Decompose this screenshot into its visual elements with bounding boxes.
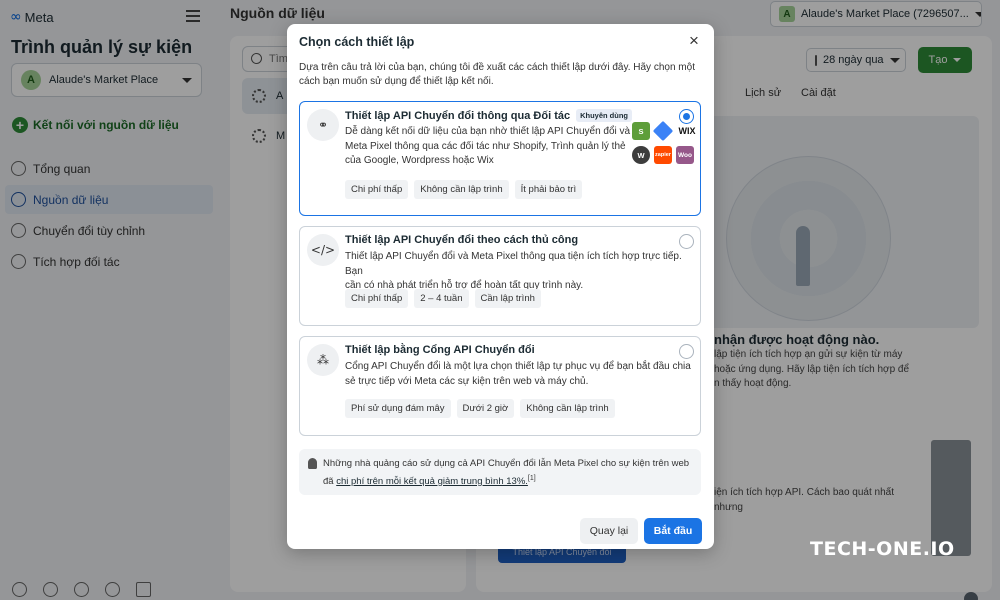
handshake-icon: ⚭ bbox=[307, 109, 339, 141]
option-description: Cổng API Chuyển đổi là một lựa chọn thiế… bbox=[345, 360, 691, 389]
close-icon[interactable]: × bbox=[685, 32, 703, 50]
tip-box: Những nhà quảng cáo sử dụng cả API Chuyể… bbox=[299, 449, 701, 495]
chip: Không cần lập trình bbox=[414, 180, 509, 199]
option-chips: Chi phí thấp 2 – 4 tuần Cần lập trình bbox=[345, 289, 541, 308]
option-title: Thiết lập bằng Cổng API Chuyển đổi bbox=[345, 344, 535, 356]
dialog-intro: Dựa trên câu trả lời của bạn, chúng tôi … bbox=[299, 62, 695, 87]
chip: 2 – 4 tuần bbox=[414, 289, 469, 308]
tip-link[interactable]: chi phí trên mỗi kết quả giảm trung bình… bbox=[336, 476, 528, 487]
watermark: TECH-ONE.IO bbox=[810, 538, 955, 560]
wix-logo: WIX bbox=[678, 126, 696, 136]
option-title-text: Thiết lập bằng Cổng API Chuyển đổi bbox=[345, 344, 535, 356]
option-description: Thiết lập API Chuyển đổi và Meta Pixel t… bbox=[345, 250, 700, 294]
option-title: Thiết lập API Chuyển đổi theo cách thủ c… bbox=[345, 234, 578, 246]
chip: Cần lập trình bbox=[474, 289, 541, 308]
option-gateway-setup[interactable]: ⁂ Thiết lập bằng Cổng API Chuyển đổi Cổn… bbox=[299, 336, 701, 436]
start-button[interactable]: Bắt đầu bbox=[644, 518, 702, 544]
lightbulb-icon bbox=[308, 458, 317, 469]
tip-footnote[interactable]: [1] bbox=[528, 475, 536, 482]
google-tag-manager-logo bbox=[652, 120, 674, 142]
option-title-text: Thiết lập API Chuyển đổi theo cách thủ c… bbox=[345, 234, 579, 246]
setup-method-dialog: Chọn cách thiết lập × Dựa trên câu trả l… bbox=[287, 24, 714, 549]
option-title-text: Thiết lập API Chuyển đổi thông qua Đối t… bbox=[345, 109, 571, 122]
option-radio[interactable] bbox=[679, 109, 694, 124]
option-title: Thiết lập API Chuyển đổi thông qua Đối t… bbox=[345, 109, 633, 122]
network-icon: ⁂ bbox=[307, 344, 339, 376]
option-description: Dễ dàng kết nối dữ liệu của bạn nhờ thiế… bbox=[345, 125, 630, 169]
chip: Dưới 2 giờ bbox=[456, 399, 515, 418]
wordpress-logo: W bbox=[632, 146, 650, 164]
shopify-logo: S bbox=[632, 122, 650, 140]
back-button[interactable]: Quay lại bbox=[580, 518, 638, 544]
option-description-line: sẻ trực tiếp với Meta các sự kiện trên w… bbox=[345, 375, 589, 387]
recommended-badge: Khuyên dùng bbox=[576, 109, 633, 122]
dialog-title: Chọn cách thiết lập bbox=[299, 35, 415, 49]
zapier-logo: zapier bbox=[654, 146, 672, 164]
option-description-line: của Google, Wordpress hoặc Wix bbox=[345, 155, 494, 166]
chip: Chi phí thấp bbox=[345, 180, 409, 199]
option-radio[interactable] bbox=[679, 344, 694, 359]
option-description-line: Thiết lập API Chuyển đổi và Meta Pixel t… bbox=[345, 251, 682, 277]
chip: Ít phải bảo trì bbox=[514, 180, 583, 199]
chip: Không cần lập trình bbox=[520, 399, 615, 418]
option-chips: Phí sử dụng đám mây Dưới 2 giờ Không cần… bbox=[345, 399, 615, 418]
tip-text: Những nhà quảng cáo sử dụng cả API Chuyể… bbox=[323, 457, 698, 489]
chip: Chi phí thấp bbox=[345, 289, 409, 308]
option-description-line: Meta Pixel thông qua các đối tác như Sho… bbox=[345, 140, 626, 152]
option-radio[interactable] bbox=[679, 234, 694, 249]
option-manual-setup[interactable]: </> Thiết lập API Chuyển đổi theo cách t… bbox=[299, 226, 701, 326]
chip: Phí sử dụng đám mây bbox=[345, 399, 451, 418]
option-description-line: Dễ dàng kết nối dữ liệu của bạn nhờ thiế… bbox=[345, 126, 631, 137]
option-chips: Chi phí thấp Không cần lập trình Ít phải… bbox=[345, 180, 583, 199]
option-description-line: Cổng API Chuyển đổi là một lựa chọn thiế… bbox=[345, 361, 691, 372]
code-icon: </> bbox=[307, 234, 339, 266]
option-partner-setup[interactable]: ⚭ Thiết lập API Chuyển đổi thông qua Đối… bbox=[299, 101, 701, 216]
partner-logos: S WIX W zapier Woo bbox=[632, 120, 698, 164]
woocommerce-logo: Woo bbox=[676, 146, 694, 164]
